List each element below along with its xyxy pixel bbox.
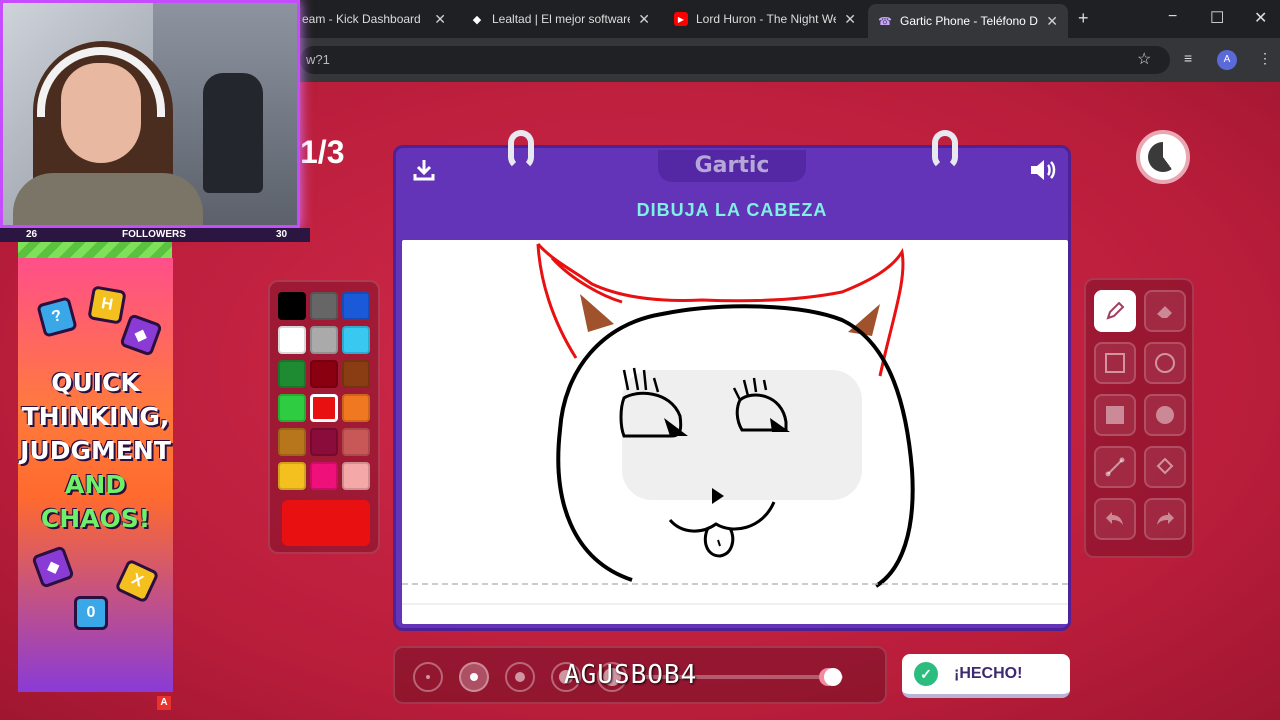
maximize-button[interactable]: ☐ — [1210, 8, 1224, 28]
promo-banner: ? H ◆ QUICK THINKING, JUDGMENT AND CHAOS… — [18, 258, 173, 692]
tab-title: eam - Kick Dashboard — [302, 12, 421, 26]
opacity-slider-handle[interactable] — [824, 668, 842, 686]
tab-title: Gartic Phone - Teléfono De — [900, 14, 1039, 28]
tab-gartic-phone[interactable]: ☎ Gartic Phone - Teléfono De ✕ — [868, 4, 1068, 38]
color-swatch[interactable] — [310, 292, 338, 320]
color-swatch[interactable] — [342, 428, 370, 456]
bookmark-star-icon[interactable]: ☆ — [1137, 49, 1151, 69]
promo-tile-icon: ? — [36, 296, 78, 338]
media-controls-icon[interactable]: ≡ — [1184, 50, 1192, 66]
followers-goal-bar: 26 FOLLOWERS 30 — [0, 228, 310, 242]
color-swatch[interactable] — [278, 292, 306, 320]
timer-icon — [1136, 130, 1190, 184]
close-icon[interactable]: ✕ — [1046, 13, 1058, 30]
color-swatch[interactable] — [310, 462, 338, 490]
download-icon[interactable] — [410, 156, 438, 184]
close-icon[interactable]: ✕ — [638, 11, 650, 28]
menu-icon[interactable]: ⋮ — [1258, 50, 1272, 67]
pencil-icon[interactable] — [1094, 290, 1136, 332]
close-icon[interactable]: ✕ — [844, 11, 856, 28]
undo-icon[interactable] — [1094, 498, 1136, 540]
round-counter: 1/3 — [300, 134, 345, 170]
square-fill-icon[interactable] — [1094, 394, 1136, 436]
close-icon[interactable]: ✕ — [434, 11, 446, 28]
square-outline-icon[interactable] — [1094, 342, 1136, 384]
mouth — [668, 501, 776, 533]
youtube-favicon-icon: ▶ — [674, 12, 688, 26]
color-swatch[interactable] — [342, 394, 370, 422]
color-swatch[interactable] — [310, 428, 338, 456]
promo-text: QUICK THINKING, JUDGMENT AND CHAOS! — [20, 368, 171, 533]
color-swatch[interactable] — [278, 394, 306, 422]
color-swatch[interactable] — [310, 360, 338, 388]
circle-fill-icon[interactable] — [1144, 394, 1186, 436]
gartic-logo: Gartic — [658, 150, 806, 182]
promo-tile-icon: 0 — [74, 596, 108, 630]
followers-current: 26 — [26, 229, 38, 240]
color-swatch[interactable] — [342, 462, 370, 490]
followers-goal: 30 — [276, 229, 288, 240]
ring-icon — [932, 130, 958, 170]
speaker-icon[interactable] — [1028, 156, 1056, 184]
bucket-icon[interactable] — [1144, 446, 1186, 488]
new-tab-button[interactable]: + — [1078, 8, 1089, 29]
color-swatch[interactable] — [278, 462, 306, 490]
drawing — [402, 243, 1068, 605]
tab-lealtad[interactable]: ◆ Lealtad | El mejor software ✕ — [460, 4, 660, 34]
redo-icon[interactable] — [1144, 498, 1186, 540]
promo-tile-icon: X — [114, 558, 160, 604]
done-button[interactable]: ✓ ¡HECHO! — [902, 654, 1070, 698]
url-input[interactable]: w?1 — [300, 46, 1170, 74]
webcam-overlay — [0, 0, 300, 228]
ear-left — [580, 294, 614, 332]
streamer-username: AGUSBOB4 — [564, 660, 698, 690]
close-window-button[interactable]: ✕ — [1254, 8, 1267, 28]
phone-favicon-icon: ☎ — [878, 15, 892, 28]
drawing-canvas[interactable] — [402, 240, 1068, 624]
minimize-button[interactable]: − — [1168, 8, 1177, 26]
brush-size-1[interactable] — [413, 662, 443, 692]
color-swatch[interactable] — [342, 360, 370, 388]
promo-tile-icon: ◆ — [31, 545, 75, 589]
book-header: Gartic DIBUJA LA CABEZA — [396, 130, 1068, 236]
done-label: ¡HECHO! — [954, 665, 1023, 682]
account-avatar[interactable]: A — [1217, 50, 1237, 70]
tab-kick-dashboard[interactable]: eam - Kick Dashboard ✕ — [292, 4, 456, 34]
drawing-book: Gartic DIBUJA LA CABEZA — [393, 130, 1071, 631]
color-palette — [268, 280, 380, 554]
drawing-prompt: DIBUJA LA CABEZA — [636, 200, 828, 220]
checkmark-icon: ✓ — [914, 662, 938, 686]
color-swatch[interactable] — [310, 326, 338, 354]
lealtad-favicon-icon: ◆ — [472, 13, 482, 26]
color-swatch[interactable] — [342, 326, 370, 354]
line-icon[interactable] — [1094, 446, 1136, 488]
circle-outline-icon[interactable] — [1144, 342, 1186, 384]
ear-right — [848, 304, 880, 336]
promo-tile-icon: H — [87, 285, 127, 325]
tab-title: Lealtad | El mejor software — [492, 12, 631, 26]
color-swatch[interactable] — [278, 326, 306, 354]
current-color-swatch — [282, 500, 370, 546]
eraser-icon[interactable] — [1144, 290, 1186, 332]
promo-tile-icon: ◆ — [119, 313, 163, 357]
tab-youtube[interactable]: ▶ Lord Huron - The Night We ✕ — [664, 4, 866, 34]
brush-size-3[interactable] — [505, 662, 535, 692]
color-swatch[interactable] — [278, 428, 306, 456]
tab-title: Lord Huron - The Night We — [696, 12, 837, 26]
color-swatch[interactable] — [278, 360, 306, 388]
color-swatch[interactable] — [342, 292, 370, 320]
tool-panel — [1084, 278, 1194, 558]
channel-badge: A — [157, 696, 171, 710]
followers-label: FOLLOWERS — [122, 229, 186, 240]
ring-icon — [508, 130, 534, 170]
brush-size-2[interactable] — [459, 662, 489, 692]
color-swatch[interactable] — [310, 394, 338, 422]
